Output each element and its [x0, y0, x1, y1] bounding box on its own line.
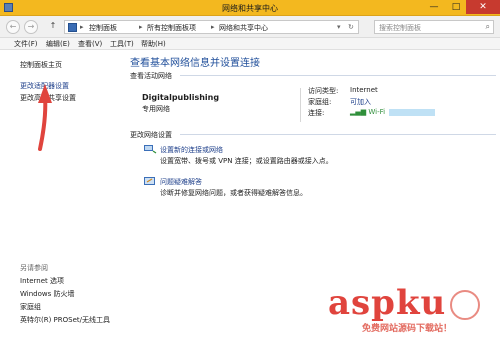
menu-help[interactable]: 帮助(H) — [141, 39, 166, 49]
breadcrumb-control-panel[interactable]: 控制面板 — [89, 23, 117, 33]
troubleshoot-desc: 诊断并修复网络问题，或者获得疑难解答信息。 — [160, 189, 307, 197]
troubleshoot-link[interactable]: 问题疑难解答 — [160, 177, 202, 187]
redacted-ssid — [389, 108, 436, 116]
search-box[interactable]: 搜索控制面板 ⌕ — [374, 20, 494, 34]
breadcrumb-separator-icon: ▸ — [211, 23, 215, 31]
sidebar-item-advanced-sharing[interactable]: 更改高级共享设置 — [20, 93, 76, 103]
menu-edit[interactable]: 编辑(E) — [46, 39, 70, 49]
watermark-logo: aspku — [328, 283, 447, 323]
menu-tools[interactable]: 工具(T) — [110, 39, 134, 49]
navigation-bar: ← → ↑ ▸ 控制面板 ▸ 所有控制面板项 ▸ 网络和共享中心 ▾ ↻ 搜索控… — [0, 16, 500, 38]
sidebar: 控制面板主页 更改适配器设置 更改高级共享设置 另请参阅 Internet 选项… — [0, 50, 116, 339]
breadcrumb-separator-icon: ▸ — [139, 23, 143, 31]
network-name: Digitalpublishing — [142, 93, 220, 102]
minimize-button[interactable]: — — [423, 0, 445, 14]
back-button[interactable]: ← — [6, 20, 20, 34]
setup-connection-desc: 设置宽带、拨号或 VPN 连接；或设置路由器或接入点。 — [160, 157, 333, 165]
search-icon[interactable]: ⌕ — [486, 22, 490, 32]
section-divider — [180, 134, 496, 135]
section-divider — [180, 75, 496, 76]
see-also-header: 另请参阅 — [20, 264, 48, 272]
refresh-icon[interactable]: ↻ — [348, 23, 354, 31]
breadcrumb-all-items[interactable]: 所有控制面板项 — [147, 23, 196, 33]
forward-button[interactable]: → — [24, 20, 38, 34]
sidebar-item-home[interactable]: 控制面板主页 — [20, 60, 62, 70]
see-also-homegroup[interactable]: 家庭组 — [20, 302, 41, 312]
menu-bar: 文件(F) 编辑(E) 查看(V) 工具(T) 帮助(H) — [0, 38, 500, 50]
change-settings-header: 更改网络设置 — [130, 131, 172, 139]
address-bar[interactable]: ▸ 控制面板 ▸ 所有控制面板项 ▸ 网络和共享中心 ▾ ↻ — [64, 20, 359, 34]
access-type-label: 访问类型: — [308, 87, 339, 95]
new-connection-icon — [144, 145, 157, 154]
see-also-proset[interactable]: 英特尔(R) PROSet/无线工具 — [20, 315, 110, 325]
sidebar-item-adapter-settings[interactable]: 更改适配器设置 — [20, 81, 69, 91]
menu-view[interactable]: 查看(V) — [78, 39, 102, 49]
homegroup-link[interactable]: 可加入 — [350, 97, 371, 107]
control-panel-icon — [68, 23, 77, 32]
setup-connection-link[interactable]: 设置新的连接或网络 — [160, 145, 223, 155]
active-networks-header: 查看活动网络 — [130, 72, 172, 80]
homegroup-label: 家庭组: — [308, 98, 332, 106]
title-bar: 网络和共享中心 — □ ✕ — [0, 0, 500, 16]
menu-file[interactable]: 文件(F) — [14, 39, 38, 49]
maximize-button[interactable]: □ — [445, 0, 467, 14]
wifi-signal-icon: ▂▄▆ — [350, 108, 367, 116]
watermark-tagline: 免费网站源码下载站！ — [362, 324, 453, 334]
up-button[interactable]: ↑ — [46, 20, 60, 34]
page-title: 查看基本网络信息并设置连接 — [130, 58, 260, 69]
wifi-connection-link[interactable]: ▂▄▆ Wi-Fi — [350, 108, 436, 116]
close-button[interactable]: ✕ — [466, 0, 500, 14]
connection-label: 连接: — [308, 109, 325, 117]
watermark-ring — [450, 290, 480, 320]
access-type-value: Internet — [350, 86, 378, 94]
network-type[interactable]: 专用网络 — [142, 104, 170, 114]
breadcrumb-separator-icon: ▸ — [80, 23, 84, 31]
search-input[interactable]: 搜索控制面板 — [379, 23, 421, 33]
see-also-firewall[interactable]: Windows 防火墙 — [20, 289, 74, 299]
troubleshoot-icon — [144, 177, 155, 185]
dropdown-icon[interactable]: ▾ — [337, 23, 341, 31]
wifi-connection-name: Wi-Fi — [368, 108, 386, 116]
see-also-internet-options[interactable]: Internet 选项 — [20, 276, 64, 286]
column-divider — [300, 88, 301, 122]
breadcrumb-network-center[interactable]: 网络和共享中心 — [219, 23, 268, 33]
